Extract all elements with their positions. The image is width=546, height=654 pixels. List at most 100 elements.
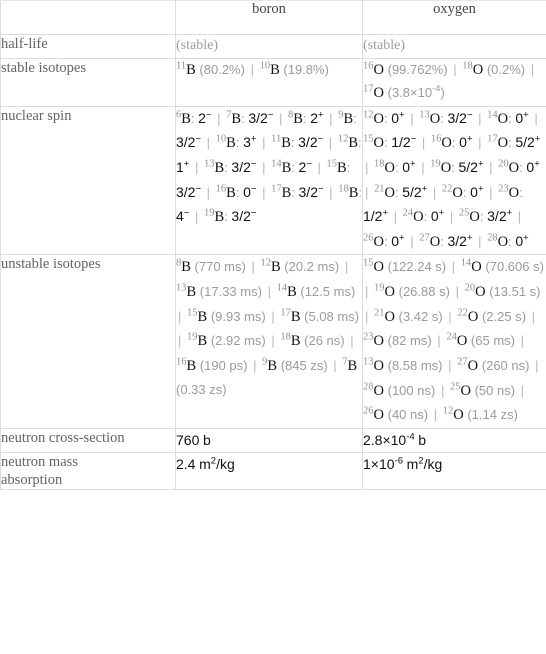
spin-value: 0+ [402, 158, 416, 175]
spin-parity: + [466, 232, 473, 244]
value-separator: | [253, 358, 257, 374]
spin-value: 2+ [310, 108, 324, 126]
element-symbol: O [373, 407, 384, 424]
isotope-value: (0.2%) [486, 61, 526, 77]
spin-colon: : [291, 184, 295, 200]
element-symbol: B [226, 135, 236, 152]
value-separator: | [217, 110, 221, 126]
table-row: nuclear spin 6B: 2− | 7B: 3/2− | 8B: 2+ |… [0, 105, 546, 256]
spin-value: 0+ [526, 158, 540, 175]
value-separator: | [440, 382, 445, 398]
isotope-value: (13.51 s) [489, 284, 541, 300]
value-separator: | [350, 333, 354, 349]
spin-colon: : [519, 159, 523, 175]
spin-parity: − [250, 207, 257, 219]
value-separator: | [206, 184, 211, 200]
isotope-value: (770 ms) [194, 259, 246, 275]
spin-value: 3/2+ [487, 207, 513, 225]
isotope-value: (8.58 ms) [387, 358, 443, 374]
spin-value: 0+ [515, 232, 529, 249]
mass-number: 17 [487, 133, 498, 145]
value-separator: | [262, 159, 266, 175]
spin-colon: : [395, 159, 399, 175]
element-symbol: B [348, 135, 358, 152]
spin-value: 3+ [243, 133, 257, 151]
spin-value: 3/2− [231, 207, 257, 225]
element-symbol: O [472, 61, 484, 78]
mass-number: 17 [271, 183, 282, 195]
spin-parity: + [250, 133, 257, 145]
scientific-value: 2.8×10-4 [363, 431, 415, 448]
mass-number: 11 [271, 133, 282, 145]
value-separator: | [478, 135, 482, 151]
element-symbol: O [373, 110, 384, 127]
row-label-neutron-mass-absorption: neutron mass absorption [0, 451, 176, 490]
element-symbol: B [293, 110, 303, 127]
spin-value: 0+ [459, 133, 473, 151]
isotope-value: (845 zs) [280, 358, 328, 374]
isotope-value: (26.88 s) [398, 284, 450, 300]
spin-value: 2− [198, 108, 212, 126]
spin-value: 2− [298, 158, 312, 175]
isotope-value: (2.25 s) [481, 308, 527, 324]
spin-colon: : [383, 135, 388, 151]
spin-colon: : [224, 209, 228, 225]
mass-number: 12 [363, 109, 374, 121]
spin-value: 5/2+ [515, 133, 541, 151]
value-separator: | [250, 61, 254, 77]
value-separator: | [531, 308, 536, 324]
element-symbol: B [281, 184, 292, 201]
spin-colon: : [395, 184, 399, 200]
exponent: -4 [432, 83, 441, 95]
element-symbol: O [471, 259, 482, 276]
element-symbol: B [337, 159, 347, 176]
value-separator: | [365, 284, 369, 300]
element-symbol: O [452, 184, 463, 201]
mass-number: 16 [430, 133, 442, 145]
mass-number: 18 [462, 60, 473, 72]
unit: b [202, 431, 211, 448]
value-separator: | [421, 159, 425, 175]
exponent: -4 [406, 431, 415, 443]
value-separator: | [451, 259, 456, 275]
spin-colon: : [241, 110, 245, 126]
mass-number: 23 [363, 332, 374, 344]
spin-parity: − [317, 182, 324, 194]
scientific-value: 1×10-6 [363, 454, 403, 472]
row-label-neutron-cross-section: neutron cross-section [0, 427, 176, 453]
spin-colon: : [479, 209, 484, 225]
spin-parity: + [410, 158, 416, 170]
value-separator: | [520, 333, 524, 349]
value-separator: | [478, 233, 482, 249]
spin-colon: : [346, 159, 351, 175]
value-separator: | [365, 184, 369, 200]
mass-number: 27 [457, 356, 468, 368]
cell-boron: (stable) [175, 34, 363, 59]
spin-colon: : [190, 110, 195, 126]
spin-parity: − [183, 207, 190, 219]
spin-parity: + [534, 158, 540, 170]
isotope-value: (70.606 s) [485, 259, 544, 275]
mass-number: 13 [363, 356, 374, 368]
spin-colon: : [290, 135, 295, 151]
exponent: -6 [394, 454, 403, 466]
table-row: neutron mass absorption 2.4 m2/kg 1×10-6 m… [0, 451, 546, 490]
spin-colon: : [440, 110, 444, 126]
value-separator: | [410, 110, 414, 126]
mass-number: 16 [363, 60, 374, 72]
cell-oxygen: 12O: 0+ | 13O: 3/2− | 14O: 0+ | 15O: 1/2… [362, 105, 546, 256]
element-symbol: B [270, 61, 280, 78]
mass-number: 13 [176, 282, 187, 294]
isotope-value: (122.24 s) [387, 259, 447, 275]
value-separator: | [365, 159, 369, 175]
cell-text: (stable) [363, 38, 405, 53]
isotope-value: (12.5 ms) [300, 284, 356, 300]
mass-number: 23 [498, 183, 509, 195]
cell-boron: 2.4 m2/kg [175, 451, 363, 490]
isotope-value: (40 ns) [387, 407, 429, 423]
isotope-value: (50 ns) [474, 382, 516, 398]
cell-boron: 6B: 2− | 7B: 3/2− | 8B: 2+ | 9B: 3/2− | … [175, 105, 363, 256]
spin-parity: + [399, 108, 405, 120]
value-separator: | [453, 61, 457, 77]
value-separator: | [262, 135, 266, 151]
